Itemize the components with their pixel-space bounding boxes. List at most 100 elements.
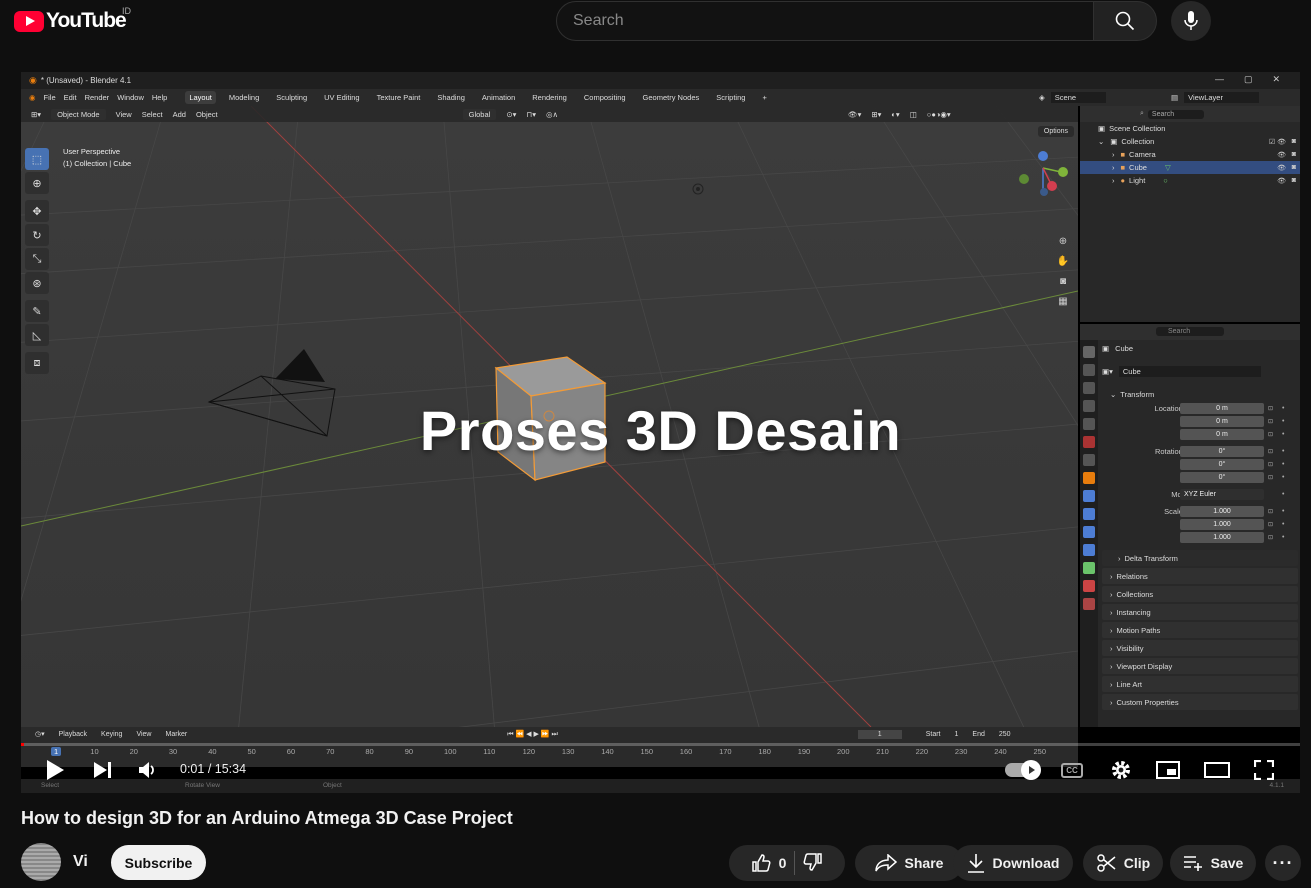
pivot-icon[interactable]: ⊙▾ [506, 110, 516, 119]
viewport-menu-view[interactable]: View [116, 110, 132, 119]
workspace-tab-scripting[interactable]: Scripting [712, 91, 749, 104]
render-camera-icon[interactable]: ◙ [1292, 138, 1296, 145]
pan-hand-icon[interactable]: ✋ [1055, 256, 1071, 272]
scale-tool-icon[interactable]: ⤡ [25, 248, 49, 270]
outliner-row-cube[interactable]: › ■ Cube ▽ 👁 ◙ [1080, 161, 1300, 174]
workspace-tab-geometry-nodes[interactable]: Geometry Nodes [639, 91, 704, 104]
visibility-eye-icon[interactable]: ☑ 👁 [1269, 138, 1286, 146]
properties-search[interactable]: Search [1156, 327, 1225, 336]
shading-modes-icon[interactable]: ○●◑◉▾ [927, 110, 951, 119]
like-button[interactable]: 0 [751, 853, 786, 873]
workspace-tab-modeling[interactable]: Modeling [225, 91, 263, 104]
cursor-tool-icon[interactable]: ⊕ [25, 172, 49, 194]
scale-y-field[interactable]: 1.000 [1180, 519, 1264, 530]
more-actions-button[interactable]: ··· [1265, 845, 1301, 881]
output-tab-icon[interactable] [1083, 382, 1095, 394]
outliner-row-collection[interactable]: ⌄ ▣ Collection ☑ 👁 ◙ [1080, 135, 1300, 148]
object-mode-select[interactable]: Object Mode [51, 108, 106, 120]
add-cube-tool-icon[interactable]: ⧈ [25, 352, 49, 374]
material-tab-icon[interactable] [1083, 580, 1095, 592]
search-button[interactable] [1093, 1, 1157, 41]
physics-tab-icon[interactable] [1083, 526, 1095, 538]
render-tab-icon[interactable] [1083, 364, 1095, 376]
settings-button[interactable] [1110, 755, 1132, 785]
outliner-row-camera[interactable]: › ■ Camera 👁 ◙ [1080, 148, 1300, 161]
fullscreen-button[interactable] [1254, 755, 1274, 785]
workspace-tab-rendering[interactable]: Rendering [528, 91, 571, 104]
timeline-menu-view[interactable]: View [136, 731, 151, 738]
minimize-icon[interactable]: — [1215, 74, 1224, 85]
menu-render[interactable]: Render [85, 93, 110, 102]
rotation-mode-select[interactable]: XYZ Euler [1180, 489, 1264, 500]
transform-orientation-select[interactable]: Global [462, 108, 497, 120]
play-button[interactable] [45, 755, 65, 785]
viewport-menu-object[interactable]: Object [196, 110, 218, 119]
next-button[interactable] [93, 755, 113, 785]
timeline-ruler[interactable]: 1 10 20 30 40 50 60 70 80 90 100 110 120 130 140 150 160… [21, 747, 1078, 759]
rotate-tool-icon[interactable]: ↻ [25, 224, 49, 246]
texture-tab-icon[interactable] [1083, 598, 1095, 610]
overlay-toggle-icon[interactable]: ◐▾ [891, 110, 899, 119]
menu-help[interactable]: Help [152, 93, 167, 102]
timeline-menu-playback[interactable]: Playback [59, 731, 87, 738]
subscribe-button[interactable]: Subscribe [111, 845, 206, 880]
data-tab-icon[interactable] [1083, 562, 1095, 574]
viewport-menu-select[interactable]: Select [142, 110, 163, 119]
visibility-eye-icon[interactable]: 👁 [1277, 177, 1286, 185]
options-dropdown[interactable]: Options [1037, 126, 1074, 137]
video-player[interactable]: ◉ * (Unsaved) - Blender 4.1 — ▢ ✕ ◉ File… [21, 72, 1300, 793]
outliner-search[interactable]: Search [1147, 109, 1205, 119]
volume-button[interactable] [138, 755, 158, 785]
transform-tool-icon[interactable]: ⊛ [25, 272, 49, 294]
snap-icon[interactable]: ⊓▾ [526, 110, 536, 119]
collections-panel[interactable]: › Collections [1102, 586, 1298, 602]
scene-selector[interactable]: ◈ Scene [1039, 89, 1107, 106]
object-data-field[interactable]: Cube [1118, 366, 1261, 377]
end-frame-field[interactable]: 250 [999, 731, 1011, 738]
gizmo-toggle-icon[interactable]: ⊞▾ [871, 110, 881, 119]
rotation-z-field[interactable]: 0° [1180, 472, 1264, 483]
zoom-icon[interactable]: ⊕ [1055, 236, 1071, 252]
viewport-display-panel[interactable]: › Viewport Display [1102, 658, 1298, 674]
keyframe-dot-icon[interactable]: • [1282, 521, 1284, 528]
add-workspace-icon[interactable]: + [758, 91, 770, 104]
visibility-eye-icon[interactable]: 👁 [1277, 151, 1286, 159]
workspace-tab-texture-paint[interactable]: Texture Paint [373, 91, 425, 104]
workspace-tab-shading[interactable]: Shading [433, 91, 469, 104]
blender-menu-icon[interactable]: ◉ [29, 93, 36, 102]
keyframe-dot-icon[interactable]: • [1282, 508, 1284, 515]
keyframe-dot-icon[interactable]: • [1282, 534, 1284, 541]
render-camera-icon[interactable]: ◙ [1292, 164, 1296, 171]
channel-avatar[interactable] [21, 843, 61, 881]
search-input[interactable] [557, 2, 1093, 40]
workspace-tab-uv-editing[interactable]: UV Editing [320, 91, 363, 104]
workspace-tab-layout[interactable]: Layout [185, 91, 216, 104]
start-frame-field[interactable]: 1 [955, 731, 959, 738]
miniplayer-button[interactable] [1156, 755, 1180, 785]
channel-name[interactable]: Vi [73, 853, 88, 871]
particles-tab-icon[interactable] [1083, 508, 1095, 520]
save-button[interactable]: Save [1170, 845, 1256, 881]
menu-file[interactable]: File [44, 93, 56, 102]
visibility-icon[interactable]: 👁▾ [848, 110, 861, 119]
xray-icon[interactable]: ◫ [910, 110, 917, 119]
download-button[interactable]: Download [953, 845, 1073, 881]
camera-view-icon[interactable]: ◙ [1055, 276, 1071, 292]
viewport-menu-add[interactable]: Add [173, 110, 186, 119]
dislike-button[interactable] [803, 852, 823, 875]
relations-panel[interactable]: › Relations [1102, 568, 1298, 584]
workspace-tab-sculpting[interactable]: Sculpting [272, 91, 311, 104]
keyframe-dot-icon[interactable]: • [1282, 491, 1284, 498]
move-tool-icon[interactable]: ✥ [25, 200, 49, 222]
voice-search-button[interactable] [1171, 1, 1211, 41]
render-camera-icon[interactable]: ◙ [1292, 151, 1296, 158]
maximize-icon[interactable]: ▢ [1244, 74, 1253, 85]
outliner-row-scene-collection[interactable]: ▣ Scene Collection [1080, 122, 1300, 135]
render-camera-icon[interactable]: ◙ [1292, 177, 1296, 184]
autoplay-toggle[interactable] [1005, 755, 1041, 785]
timeline-menu-keying[interactable]: Keying [101, 731, 122, 738]
motion-paths-panel[interactable]: › Motion Paths [1102, 622, 1298, 638]
perspective-grid-icon[interactable]: ▦ [1055, 296, 1071, 312]
menu-edit[interactable]: Edit [64, 93, 77, 102]
menu-window[interactable]: Window [117, 93, 144, 102]
